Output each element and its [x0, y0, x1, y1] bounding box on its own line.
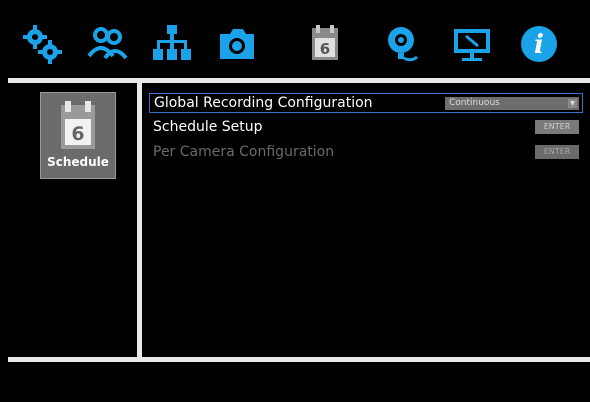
schedule-setup-enter-button[interactable]: ENTER — [535, 120, 579, 134]
per-camera-row: Per Camera Configuration ENTER — [149, 143, 583, 163]
alarm-bell-icon[interactable] — [381, 22, 425, 66]
chevron-down-icon: ▼ — [568, 99, 577, 108]
calendar-icon-number: 6 — [71, 123, 84, 145]
network-icon[interactable] — [150, 22, 194, 66]
sidebar-item-schedule[interactable]: 6 Schedule — [40, 92, 116, 179]
top-toolbar: 6 i — [0, 0, 590, 78]
schedule-calendar-icon-number: 6 — [320, 40, 330, 58]
sidebar-divider — [137, 83, 142, 357]
calendar-icon: 6 — [61, 101, 95, 149]
schedule-setup-row[interactable]: Schedule Setup ENTER — [149, 118, 583, 138]
per-camera-enter-button: ENTER — [535, 145, 579, 159]
recording-mode-value: Continuous — [449, 98, 500, 108]
global-recording-label: Global Recording Configuration — [154, 95, 373, 111]
info-icon-letter: i — [534, 30, 544, 60]
gear-icon[interactable] — [20, 22, 64, 66]
sidebar-item-label: Schedule — [47, 155, 109, 169]
per-camera-label: Per Camera Configuration — [153, 144, 335, 160]
schedule-calendar-icon[interactable]: 6 — [303, 22, 347, 66]
users-icon[interactable] — [85, 22, 129, 66]
info-icon[interactable]: i — [517, 22, 561, 66]
top-divider — [8, 78, 590, 83]
camera-icon[interactable] — [215, 22, 259, 66]
recording-mode-select[interactable]: Continuous ▼ — [445, 97, 579, 110]
display-icon[interactable] — [450, 22, 494, 66]
bottom-divider — [8, 357, 590, 362]
schedule-setup-label: Schedule Setup — [153, 119, 263, 135]
global-recording-row[interactable]: Global Recording Configuration Continuou… — [149, 93, 583, 113]
